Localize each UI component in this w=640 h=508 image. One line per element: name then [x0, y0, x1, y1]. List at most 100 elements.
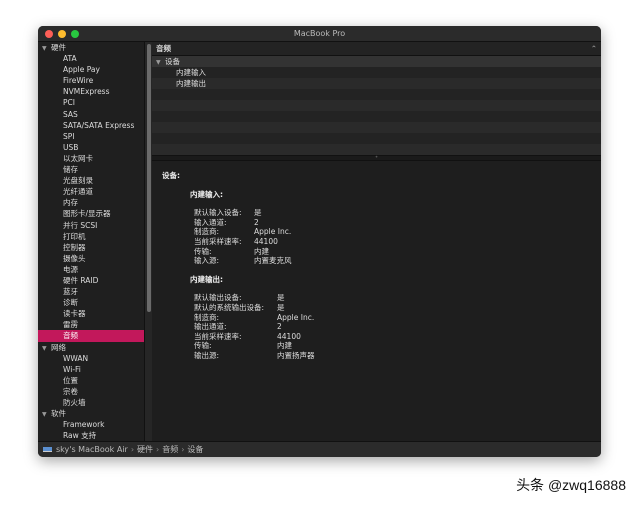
- path-item[interactable]: 硬件: [137, 445, 153, 454]
- section-header[interactable]: 音频 ⌃: [152, 42, 601, 56]
- input-title: 内建输入:: [190, 189, 223, 199]
- zoom-button[interactable]: [71, 30, 79, 38]
- sidebar-item[interactable]: 蓝牙: [38, 286, 144, 297]
- property-row: 默认输入设备: 是: [194, 208, 601, 218]
- path-item[interactable]: sky's MacBook Air: [56, 445, 128, 454]
- property-key: 制造商:: [194, 312, 220, 322]
- sidebar-item[interactable]: 雷雳: [38, 319, 144, 330]
- sidebar-item[interactable]: FireWire: [38, 75, 144, 86]
- sidebar-item[interactable]: 电源: [38, 264, 144, 275]
- property-value: 内置麦克风: [254, 256, 292, 266]
- sidebar-item[interactable]: 读卡器: [38, 308, 144, 319]
- sidebar-item[interactable]: 诊断: [38, 297, 144, 308]
- property-key: 传输:: [194, 246, 212, 256]
- property-row: 传输: 内建: [194, 341, 601, 351]
- property-row: 默认的系统输出设备: 是: [194, 303, 601, 313]
- property-key: 默认的系统输出设备:: [194, 302, 265, 312]
- output-title: 内建输出:: [190, 274, 223, 284]
- scrollbar-thumb[interactable]: [146, 44, 151, 312]
- empty-row: [152, 111, 601, 122]
- sidebar-item[interactable]: 光盘刻录: [38, 175, 144, 186]
- sidebar-category[interactable]: ▼ 硬件: [38, 42, 144, 53]
- property-row: 默认输出设备: 是: [194, 293, 601, 303]
- empty-row: [152, 100, 601, 111]
- property-key: 默认输入设备:: [194, 208, 242, 218]
- sidebar-item[interactable]: SATA/SATA Express: [38, 120, 144, 131]
- property-row: 输入源: 内置麦克风: [194, 256, 601, 266]
- sidebar-item[interactable]: 图形卡/显示器: [38, 208, 144, 219]
- sidebar-item[interactable]: 音频: [38, 330, 144, 342]
- empty-row: [152, 89, 601, 100]
- path-item[interactable]: 设备: [187, 445, 203, 454]
- property-value: 是: [277, 302, 285, 312]
- chevron-up-icon[interactable]: ⌃: [591, 42, 597, 56]
- property-value: 44100: [254, 236, 278, 246]
- sidebar-item[interactable]: PCI: [38, 97, 144, 108]
- property-value: 2: [277, 322, 282, 332]
- close-button[interactable]: [45, 30, 53, 38]
- tree-item[interactable]: 内建输出: [152, 78, 601, 89]
- sidebar-item[interactable]: WWAN: [38, 353, 144, 364]
- sidebar-item[interactable]: USB: [38, 142, 144, 153]
- sidebar-item[interactable]: 并行 SCSI: [38, 220, 144, 231]
- sidebar-item[interactable]: 位置: [38, 375, 144, 386]
- sidebar-item[interactable]: 防火墙: [38, 397, 144, 408]
- sidebar-item[interactable]: 摄像头: [38, 253, 144, 264]
- sidebar-item[interactable]: SAS: [38, 109, 144, 120]
- category-label: 网络: [51, 342, 66, 352]
- property-value: 是: [277, 293, 285, 303]
- device-tree: ▼ 设备 内建输入 内建输出: [152, 56, 601, 155]
- property-key: 制造商:: [194, 227, 220, 237]
- disclosure-triangle-icon[interactable]: ▼: [42, 343, 51, 354]
- property-key: 输出源:: [194, 350, 220, 360]
- sidebar-item[interactable]: 宗卷: [38, 386, 144, 397]
- tree-group[interactable]: ▼ 设备: [152, 56, 601, 67]
- system-information-window: MacBook Pro ▼ 硬件 ATA Apple Pay FireWire NVMEx…: [38, 26, 601, 457]
- sidebar-scrollbar[interactable]: [144, 42, 152, 441]
- path-item[interactable]: 音频: [162, 445, 178, 454]
- sidebar-category[interactable]: ▼ 网络: [38, 342, 144, 353]
- property-row: 当前采样速率: 44100: [194, 237, 601, 247]
- property-value: 内建: [254, 246, 269, 256]
- sidebar: ▼ 硬件 ATA Apple Pay FireWire NVMExpress PCI SAS S…: [38, 42, 144, 441]
- section-title: 音频: [156, 44, 171, 53]
- sidebar-item[interactable]: Apple Pay: [38, 64, 144, 75]
- sidebar-item[interactable]: ATA: [38, 53, 144, 64]
- property-key: 输入源:: [194, 256, 220, 266]
- sidebar-category[interactable]: ▼ 软件: [38, 408, 144, 419]
- empty-row: [152, 133, 601, 144]
- empty-row: [152, 122, 601, 133]
- property-key: 输入通道:: [194, 217, 227, 227]
- sidebar-item[interactable]: 硬件 RAID: [38, 275, 144, 286]
- minimize-button[interactable]: [58, 30, 66, 38]
- property-value: 内建: [277, 341, 292, 351]
- sidebar-item[interactable]: 控制器: [38, 242, 144, 253]
- property-row: 输出通道: 2: [194, 322, 601, 332]
- sidebar-item[interactable]: NVMExpress: [38, 86, 144, 97]
- disclosure-triangle-icon[interactable]: ▼: [42, 43, 51, 54]
- title-bar: MacBook Pro: [38, 26, 601, 42]
- property-row: 制造商: Apple Inc.: [194, 313, 601, 323]
- sidebar-item[interactable]: 光纤通道: [38, 186, 144, 197]
- sidebar-item[interactable]: 内存: [38, 197, 144, 208]
- sidebar-item[interactable]: 打印机: [38, 231, 144, 242]
- property-value: Apple Inc.: [254, 227, 292, 237]
- sidebar-item[interactable]: Wi-Fi: [38, 364, 144, 375]
- tree-item[interactable]: 内建输入: [152, 67, 601, 78]
- detail-title: 设备:: [162, 171, 180, 180]
- sidebar-item[interactable]: Framework: [38, 419, 144, 430]
- property-row: 输入通道: 2: [194, 218, 601, 228]
- watermark: 头条 @zwq16888: [516, 477, 626, 493]
- property-value: 是: [254, 208, 262, 218]
- disclosure-triangle-icon[interactable]: ▼: [42, 409, 51, 420]
- sidebar-item[interactable]: 储存: [38, 164, 144, 175]
- property-row: 输出源: 内置扬声器: [194, 351, 601, 361]
- sidebar-item[interactable]: 以太网卡: [38, 153, 144, 164]
- sidebar-item[interactable]: Raw 支持: [38, 430, 144, 441]
- laptop-icon: [43, 447, 52, 452]
- property-key: 输出通道:: [194, 322, 227, 332]
- property-key: 当前采样速率:: [194, 331, 242, 341]
- property-key: 传输:: [194, 341, 212, 351]
- disclosure-triangle-icon[interactable]: ▼: [156, 57, 165, 68]
- sidebar-item[interactable]: SPI: [38, 131, 144, 142]
